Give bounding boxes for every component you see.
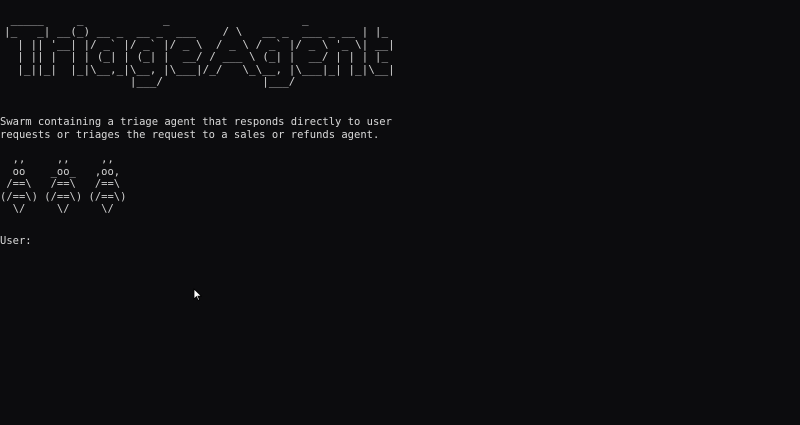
user-input-field[interactable] (35, 235, 336, 248)
agents-ascii-art: ,, ,, ,, oo _oo_ ,oo, /==\ /==\ /==\ (/=… (0, 153, 127, 215)
user-prompt-label: User: (0, 235, 32, 247)
mouse-pointer-icon (193, 288, 203, 301)
swarm-description: Swarm containing a triage agent that res… (0, 116, 392, 141)
user-prompt-line[interactable]: User: (0, 235, 336, 248)
terminal-window[interactable]: _____ _ _ _ |_ _| __(_) __ _ __ _ ___ / … (0, 0, 800, 425)
ascii-banner-title: _____ _ _ _ |_ _| __(_) __ _ __ _ ___ / … (4, 13, 395, 89)
